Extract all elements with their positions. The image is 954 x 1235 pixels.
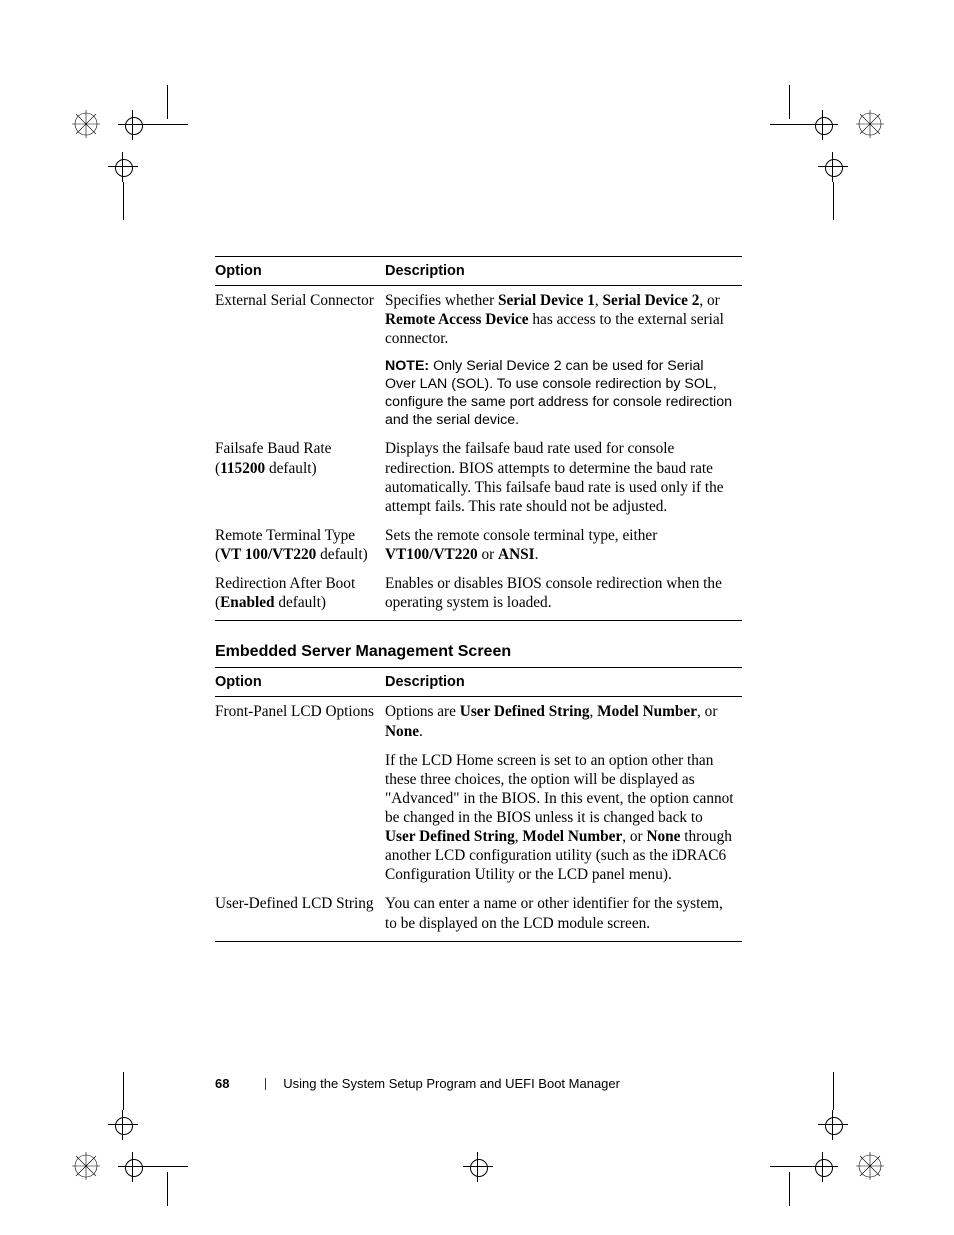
table-row: User-Defined LCD String You can enter a … xyxy=(215,889,742,941)
table-header-description: Description xyxy=(385,257,742,286)
crop-line-icon xyxy=(770,124,808,125)
option-cell: Front-Panel LCD Options xyxy=(215,697,385,746)
text: default) xyxy=(275,594,326,611)
bold-text: Serial Device 2 xyxy=(603,292,700,309)
crop-line-icon xyxy=(148,1166,188,1167)
table-header-option: Option xyxy=(215,668,385,697)
table-row: Remote Terminal Type (VT 100/VT220 defau… xyxy=(215,521,742,569)
crop-line-icon xyxy=(167,85,168,119)
text: . xyxy=(535,546,539,563)
page-number: 68 xyxy=(215,1076,255,1091)
page-content: Option Description External Serial Conne… xyxy=(215,256,742,942)
note-label: NOTE: xyxy=(385,358,429,374)
text: Sets the remote console terminal type, e… xyxy=(385,527,657,544)
table-row: NOTE: Only Serial Device 2 can be used f… xyxy=(215,353,742,434)
option-cell: User-Defined LCD String xyxy=(215,889,385,941)
table-header-option: Option xyxy=(215,257,385,286)
bold-text: VT 100/VT220 xyxy=(220,546,316,563)
crop-mark-icon xyxy=(818,1110,848,1140)
table-row: External Serial Connector Specifies whet… xyxy=(215,286,742,354)
option-cell: External Serial Connector xyxy=(215,286,385,354)
text: . xyxy=(419,723,423,740)
table-row: Redirection After Boot (Enabled default)… xyxy=(215,569,742,621)
crop-line-icon xyxy=(789,1172,790,1206)
note-cell: NOTE: Only Serial Device 2 can be used f… xyxy=(385,353,742,434)
crop-mark-icon xyxy=(463,1152,493,1182)
text: or xyxy=(478,546,498,563)
registration-mark-icon xyxy=(72,110,100,138)
table-header-description: Description xyxy=(385,668,742,697)
bold-text: User Defined String xyxy=(460,703,590,720)
description-cell: Sets the remote console terminal type, e… xyxy=(385,521,742,569)
crop-line-icon xyxy=(123,1072,124,1110)
description-cell: If the LCD Home screen is set to an opti… xyxy=(385,746,742,890)
crop-line-icon xyxy=(833,182,834,220)
text: Remote Terminal Type xyxy=(215,527,355,544)
description-cell: You can enter a name or other identifier… xyxy=(385,889,742,941)
crop-mark-icon xyxy=(108,1110,138,1140)
text: , or xyxy=(697,703,717,720)
bold-text: Model Number xyxy=(597,703,697,720)
description-cell: Specifies whether Serial Device 1, Seria… xyxy=(385,286,742,354)
bold-text: Remote Access Device xyxy=(385,311,529,328)
text: default) xyxy=(265,460,316,477)
bold-text: ANSI xyxy=(498,546,535,563)
text: , or xyxy=(699,292,719,309)
crop-line-icon xyxy=(833,1072,834,1110)
bold-text: Serial Device 1 xyxy=(498,292,595,309)
crop-mark-icon xyxy=(808,1152,838,1182)
note-body: Only Serial Device 2 can be used for Ser… xyxy=(385,358,732,427)
option-cell: Remote Terminal Type (VT 100/VT220 defau… xyxy=(215,521,385,569)
text: Specifies whether xyxy=(385,292,498,309)
page-footer: 68 Using the System Setup Program and UE… xyxy=(215,1076,742,1091)
text: , or xyxy=(622,828,646,845)
description-cell: Options are User Defined String, Model N… xyxy=(385,697,742,746)
text: default) xyxy=(316,546,367,563)
bold-text: Enabled xyxy=(220,594,274,611)
text: If the LCD Home screen is set to an opti… xyxy=(385,752,734,826)
crop-line-icon xyxy=(789,85,790,119)
bold-text: None xyxy=(646,828,680,845)
text: , xyxy=(595,292,603,309)
crop-mark-icon xyxy=(818,152,848,182)
running-title: Using the System Setup Program and UEFI … xyxy=(283,1076,620,1091)
footer-divider-icon xyxy=(265,1078,266,1090)
crop-mark-icon xyxy=(118,1152,148,1182)
text: Redirection After Boot xyxy=(215,575,355,592)
text: Options are xyxy=(385,703,460,720)
crop-line-icon xyxy=(123,182,124,220)
bold-text: None xyxy=(385,723,419,740)
option-cell: Redirection After Boot (Enabled default) xyxy=(215,569,385,621)
section-heading: Embedded Server Management Screen xyxy=(215,643,742,661)
table-row: If the LCD Home screen is set to an opti… xyxy=(215,746,742,890)
table-row: Front-Panel LCD Options Options are User… xyxy=(215,697,742,746)
text: Failsafe Baud Rate xyxy=(215,440,331,457)
crop-line-icon xyxy=(148,124,188,125)
embedded-server-table: Option Description Front-Panel LCD Optio… xyxy=(215,667,742,941)
bold-text: 115200 xyxy=(220,460,265,477)
crop-mark-icon xyxy=(808,110,838,140)
bold-text: Model Number xyxy=(522,828,622,845)
option-cell: Failsafe Baud Rate (115200 default) xyxy=(215,434,385,520)
description-cell: Enables or disables BIOS console redirec… xyxy=(385,569,742,621)
registration-mark-icon xyxy=(856,110,884,138)
crop-mark-icon xyxy=(118,110,148,140)
crop-line-icon xyxy=(167,1172,168,1206)
crop-mark-icon xyxy=(108,152,138,182)
bold-text: User Defined String xyxy=(385,828,515,845)
bold-text: VT100/VT220 xyxy=(385,546,478,563)
serial-options-table: Option Description External Serial Conne… xyxy=(215,256,742,621)
registration-mark-icon xyxy=(856,1152,884,1180)
table-row: Failsafe Baud Rate (115200 default) Disp… xyxy=(215,434,742,520)
crop-line-icon xyxy=(770,1166,808,1167)
description-cell: Displays the failsafe baud rate used for… xyxy=(385,434,742,520)
registration-mark-icon xyxy=(72,1152,100,1180)
